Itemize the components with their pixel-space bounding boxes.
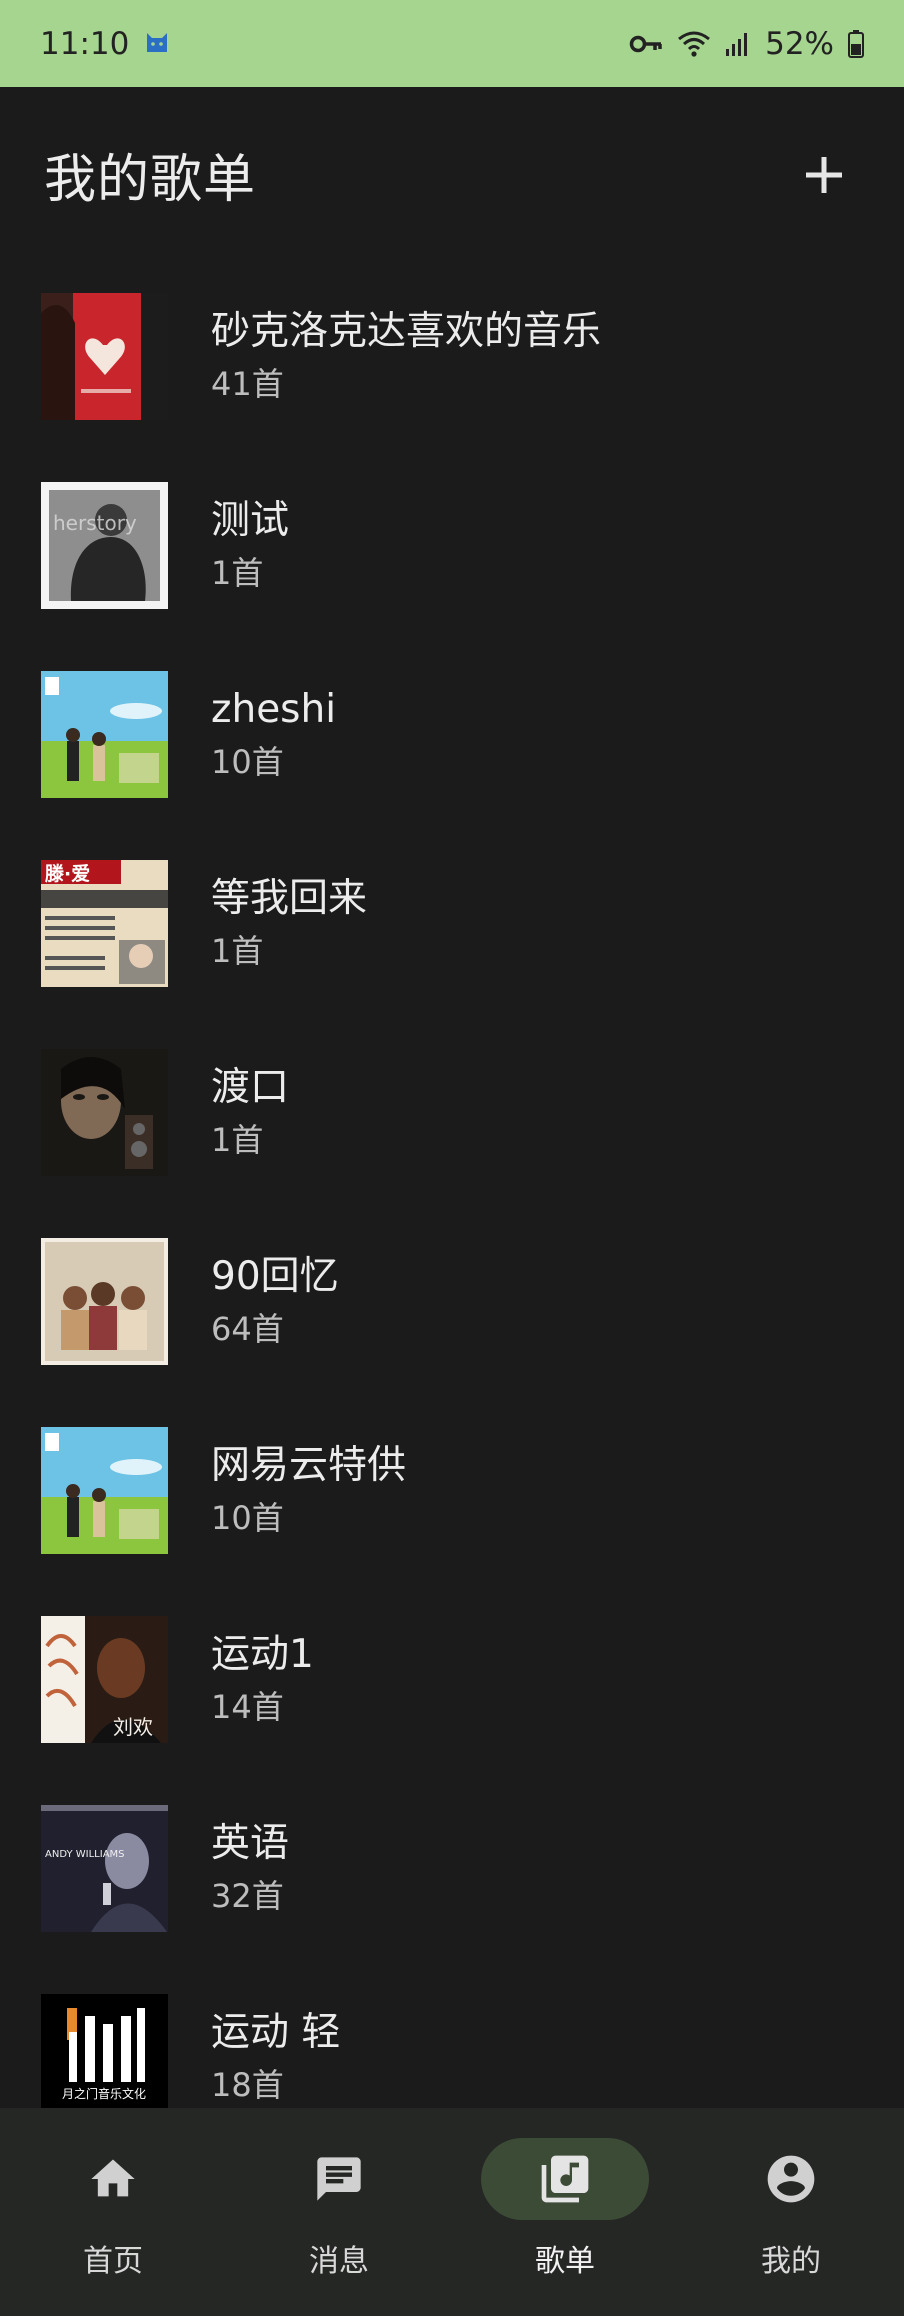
playlist-count: 1首 <box>211 553 264 592</box>
nav-label: 首页 <box>83 2244 143 2279</box>
cover-text: ANDY WILLIAMS <box>45 1849 125 1860</box>
playlist-name: 网易云特供 <box>211 1442 407 1488</box>
playlist-list[interactable]: 砂克洛克达喜欢的音乐 41首 herstory 测试 1首 zheshi 10首… <box>0 262 904 2108</box>
playlist-count: 1首 <box>211 931 264 970</box>
cover-text: 月之门音乐文化 <box>62 2086 146 2101</box>
nav-label: 我的 <box>761 2244 821 2279</box>
playlist-name: 运动 轻 <box>211 2009 341 2055</box>
playlist-cover: 刘欢 <box>41 1616 168 1743</box>
playlist-count: 10首 <box>211 742 284 781</box>
playlist-cover: ANDY WILLIAMS <box>41 1805 168 1932</box>
playlist-count: 1首 <box>211 1120 264 1159</box>
playlist-name: 运动1 <box>211 1631 314 1677</box>
bottom-nav: 首页 消息 歌单 我的 <box>0 2108 904 2316</box>
add-playlist-button[interactable] <box>788 139 860 211</box>
message-icon <box>317 2157 361 2201</box>
signal-icon <box>725 31 751 57</box>
key-icon <box>629 33 663 55</box>
plus-icon <box>806 156 842 193</box>
cat-icon <box>143 26 171 62</box>
playlist-name: 90回忆 <box>211 1253 339 1299</box>
playlist-name: 测试 <box>211 497 290 543</box>
playlist-name: zheshi <box>211 686 337 732</box>
nav-item-playlists[interactable]: 歌单 <box>452 2108 678 2316</box>
playlist-name: 英语 <box>211 1820 290 1866</box>
status-bar: 11:10 52% <box>0 0 904 87</box>
playlist-name: 砂克洛克达喜欢的音乐 <box>211 308 602 354</box>
nav-label: 消息 <box>309 2244 369 2279</box>
cover-text: 刘欢 <box>113 1715 153 1739</box>
playlist-count: 14首 <box>211 1687 284 1726</box>
playlist-count: 10首 <box>211 1498 284 1537</box>
playlist-count: 64首 <box>211 1309 284 1348</box>
playlist-cover: herstory <box>41 482 168 609</box>
account-icon <box>767 2155 815 2203</box>
status-time: 11:10 <box>40 25 130 62</box>
list-item[interactable]: 滕·爱 等我回来 1首 <box>0 829 904 1018</box>
playlist-cover: 月之门音乐文化 <box>41 1994 168 2108</box>
list-item[interactable]: 网易云特供 10首 <box>0 1396 904 1585</box>
nav-item-home[interactable]: 首页 <box>0 2108 226 2316</box>
nav-label: 歌单 <box>535 2244 595 2279</box>
list-item[interactable]: ANDY WILLIAMS 英语 32首 <box>0 1774 904 1963</box>
nav-item-profile[interactable]: 我的 <box>678 2108 904 2316</box>
playlist-cover: 滕·爱 <box>41 860 168 987</box>
list-item[interactable]: zheshi 10首 <box>0 640 904 829</box>
playlist-cover <box>41 1427 168 1554</box>
list-item[interactable]: 90回忆 64首 <box>0 1207 904 1396</box>
header: 我的歌单 <box>0 87 904 262</box>
playlist-count: 32首 <box>211 1876 284 1915</box>
playlist-cover <box>41 293 168 420</box>
playlist-count: 18首 <box>211 2065 284 2104</box>
playlist-count: 41首 <box>211 364 284 403</box>
playlist-cover <box>41 671 168 798</box>
list-item[interactable]: herstory 测试 1首 <box>0 451 904 640</box>
list-item[interactable]: 月之门音乐文化 运动 轻 18首 <box>0 1963 904 2108</box>
battery-text: 52% <box>765 25 834 62</box>
battery-icon <box>848 29 864 58</box>
playlist-name: 渡口 <box>211 1064 290 1110</box>
list-item[interactable]: 刘欢 运动1 14首 <box>0 1585 904 1774</box>
playlist-cover <box>41 1238 168 1365</box>
cover-text: 滕·爱 <box>45 862 90 885</box>
wifi-icon <box>677 30 711 58</box>
library-music-icon <box>541 2155 589 2203</box>
page-title: 我的歌单 <box>44 150 257 210</box>
nav-item-messages[interactable]: 消息 <box>226 2108 452 2316</box>
playlist-name: 等我回来 <box>211 875 368 921</box>
home-icon <box>91 2159 135 2197</box>
list-item[interactable]: 砂克洛克达喜欢的音乐 41首 <box>0 262 904 451</box>
list-item[interactable]: 渡口 1首 <box>0 1018 904 1207</box>
playlist-cover <box>41 1049 168 1176</box>
cover-text: herstory <box>53 511 137 535</box>
